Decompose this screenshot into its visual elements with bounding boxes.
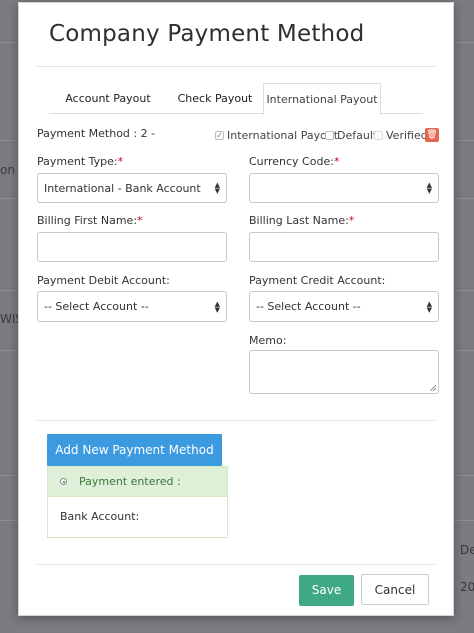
checkbox-icon <box>374 131 383 140</box>
payment-credit-account-select[interactable]: -- Select Account -- ▲ ▼ <box>249 291 439 322</box>
save-button[interactable]: Save <box>299 575 354 606</box>
updown-caret-icon: ▲ ▼ <box>214 299 220 314</box>
payment-credit-account-label: Payment Credit Account: <box>249 274 386 287</box>
international-payout-checkbox[interactable]: ✓ International Payout <box>215 129 338 142</box>
billing-last-name-label: Billing Last Name:* <box>249 214 355 227</box>
checkbox-icon <box>325 131 334 140</box>
billing-first-name-input[interactable] <box>37 232 227 262</box>
payment-type-label: Payment Type:* <box>37 155 124 168</box>
debit-account-value: -- Select Account -- <box>44 300 149 313</box>
radio-icon[interactable] <box>60 478 67 485</box>
credit-account-value: -- Select Account -- <box>256 300 361 313</box>
default-label: Default <box>337 129 378 142</box>
updown-caret-icon: ▲ ▼ <box>426 181 432 195</box>
bg-text-fragment: 20 <box>460 580 474 594</box>
updown-caret-icon: ▲ ▼ <box>426 299 432 314</box>
payment-method-text: Payment Method : 2 - <box>37 127 156 140</box>
tab-check-payout[interactable]: Check Payout <box>167 83 263 114</box>
bank-account-label: Bank Account: <box>60 510 140 523</box>
payment-type-value: International - Bank Account <box>44 181 201 195</box>
updown-caret-icon: ▲ ▼ <box>214 181 220 195</box>
checkbox-checked-icon: ✓ <box>215 131 224 140</box>
title-divider <box>37 66 435 67</box>
currency-code-label: Currency Code:* <box>249 155 340 168</box>
memo-label: Memo: <box>249 334 287 347</box>
payment-entered-label: Payment entered : <box>79 475 181 488</box>
modal-title: Company Payment Method <box>49 21 365 47</box>
payout-tabs: Account Payout Check Payout Internationa… <box>49 83 423 115</box>
billing-last-name-input[interactable] <box>249 232 439 262</box>
verified-checkbox[interactable]: Verified <box>374 129 428 142</box>
billing-first-name-label: Billing First Name:* <box>37 214 143 227</box>
international-payout-label: International Payout <box>227 129 339 142</box>
payment-entered-heading: Payment entered : <box>48 467 227 497</box>
add-new-payment-method-button[interactable]: Add New Payment Method <box>47 434 222 466</box>
currency-code-select[interactable]: ▲ ▼ <box>249 173 439 203</box>
resize-handle-icon[interactable] <box>430 385 436 391</box>
payment-debit-account-select[interactable]: -- Select Account -- ▲ ▼ <box>37 291 227 322</box>
payment-method-modal: Company Payment Method Account Payout Ch… <box>18 2 454 616</box>
tab-account-payout[interactable]: Account Payout <box>49 83 167 114</box>
cancel-button[interactable]: Cancel <box>361 574 429 605</box>
memo-textarea[interactable] <box>249 350 439 394</box>
trash-icon[interactable]: 🗑 <box>425 128 439 142</box>
tab-international-payout[interactable]: International Payout <box>263 83 381 115</box>
section-divider <box>37 420 435 421</box>
payment-entered-panel: Payment entered : Bank Account: <box>47 466 228 538</box>
bg-text-fragment: De <box>460 543 474 557</box>
payment-type-select[interactable]: International - Bank Account ▲ ▼ <box>37 173 227 203</box>
verified-label: Verified <box>386 129 428 142</box>
default-checkbox[interactable]: Default <box>325 129 377 142</box>
footer-divider <box>37 564 435 565</box>
payment-debit-account-label: Payment Debit Account: <box>37 274 170 287</box>
